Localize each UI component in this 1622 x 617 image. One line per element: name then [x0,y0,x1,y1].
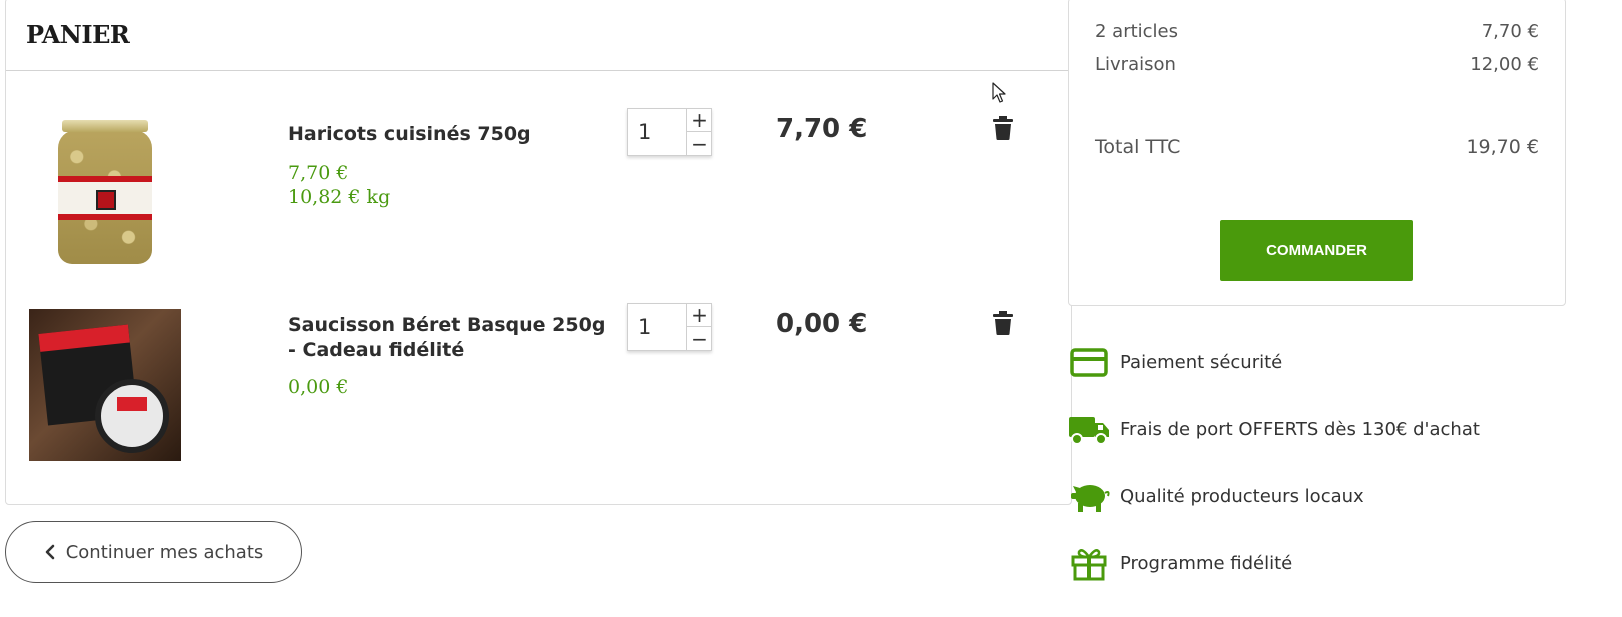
shipping-cost: 12,00 € [1470,54,1539,75]
gift-icon [1071,549,1107,581]
price-per-kg: 10,82 € kg [288,186,391,208]
decrease-quantity-button[interactable]: − [686,132,712,156]
product-image[interactable] [27,307,183,463]
reassurance-label: Frais de port OFFERTS dès 130€ d'achat [1120,418,1480,440]
cart-item: Haricots cuisinés 750g 7,70 € 10,82 € kg… [6,108,1071,282]
increase-quantity-button[interactable]: + [686,303,712,327]
summary-articles-row: 2 articles 7,70 € [1095,21,1539,42]
unit-price: 0,00 € [288,376,349,398]
order-button[interactable]: COMMANDER [1220,220,1413,281]
item-total-price: 0,00 € [776,309,868,339]
shipping-label: Livraison [1095,54,1176,75]
chevron-left-icon [45,544,55,560]
reassurance-local-producers: Qualité producteurs locaux [1068,478,1364,514]
reassurance-label: Programme fidélité [1120,552,1293,574]
quantity-stepper: + − [627,108,712,156]
product-image[interactable] [27,112,183,268]
reassurance-free-shipping: Frais de port OFFERTS dès 130€ d'achat [1068,411,1480,447]
delivery-truck-icon [1069,417,1109,445]
continue-shopping-button[interactable]: Continuer mes achats [5,521,302,583]
unit-price: 7,70 € [288,162,349,184]
item-info: Saucisson Béret Basque 250g - Cadeau fid… [288,313,608,399]
reassurance-secure-payment: Paiement sécurité [1068,344,1282,380]
quantity-stepper: + − [627,303,712,351]
cart-item: Saucisson Béret Basque 250g - Cadeau fid… [6,303,1071,477]
reassurance-label: Paiement sécurité [1120,351,1283,373]
credit-card-icon [1070,348,1108,377]
item-info: Haricots cuisinés 750g 7,70 € 10,82 € kg [288,122,608,209]
quantity-input[interactable] [628,109,686,155]
bean-jar-image [55,114,155,266]
cart-panel: PANIER Haricots cuisinés 750g 7,70 € 10,… [5,0,1072,505]
reassurance-label: Qualité producteurs locaux [1120,485,1364,507]
continue-shopping-label: Continuer mes achats [65,541,264,563]
increase-quantity-button[interactable]: + [686,108,712,132]
mouse-cursor-icon [992,82,1006,103]
decrease-quantity-button[interactable]: − [686,327,712,351]
order-summary: 2 articles 7,70 € Livraison 12,00 € Tota… [1068,0,1566,306]
articles-count: 2 articles [1095,21,1179,42]
reassurance-loyalty-program: Programme fidélité [1068,545,1292,581]
pig-icon [1071,485,1110,512]
product-name[interactable]: Saucisson Béret Basque 250g - Cadeau fid… [288,313,608,363]
trash-icon[interactable] [993,311,1013,335]
product-name[interactable]: Haricots cuisinés 750g [288,122,608,147]
quantity-input[interactable] [628,304,686,350]
cart-title: PANIER [26,20,130,49]
total-label: Total TTC [1095,136,1181,158]
summary-shipping-row: Livraison 12,00 € [1095,54,1539,75]
articles-subtotal: 7,70 € [1481,21,1539,42]
saucisson-box-image [29,309,181,461]
item-total-price: 7,70 € [776,114,868,144]
total-value: 19,70 € [1466,136,1539,158]
trash-icon[interactable] [993,116,1013,140]
summary-total-row: Total TTC 19,70 € [1095,136,1539,158]
cart-header: PANIER [6,0,1071,71]
